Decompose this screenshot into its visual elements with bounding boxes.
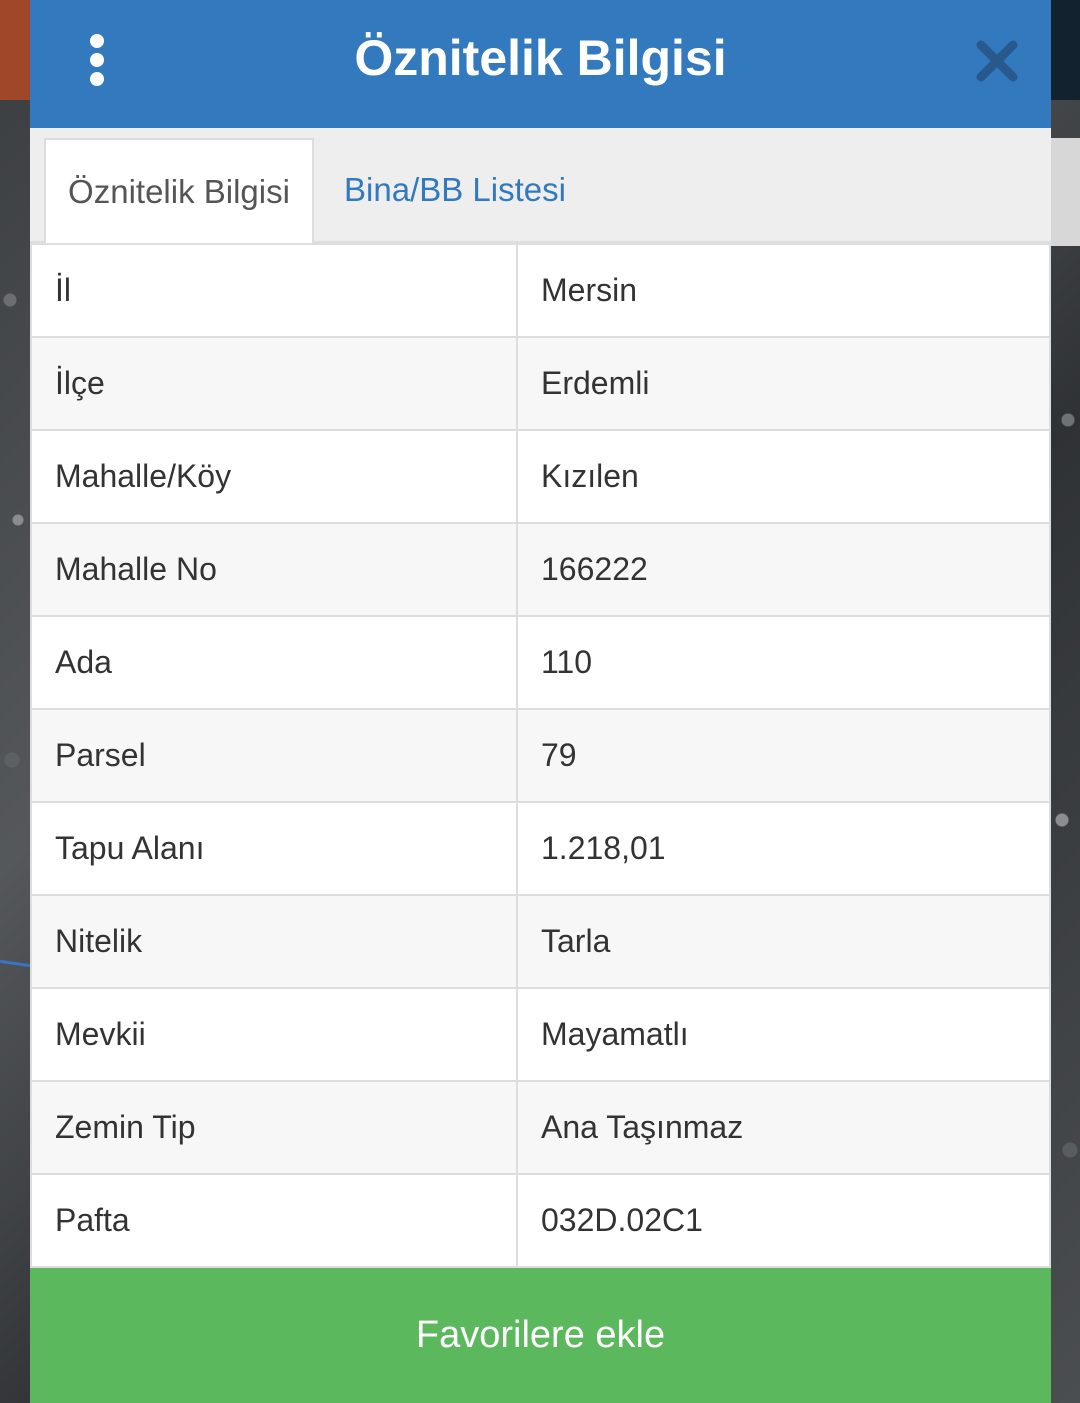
attribute-key: Ada [30, 615, 518, 710]
attribute-value: Mersin [516, 243, 1051, 338]
attribute-value: Tarla [516, 894, 1051, 989]
attribute-key: Tapu Alanı [30, 801, 518, 896]
dialog-header: Öznitelik Bilgisi [30, 0, 1051, 128]
attribute-value: 1.218,01 [516, 801, 1051, 896]
attribute-value: Kızılen [516, 429, 1051, 524]
attribute-dialog: Öznitelik Bilgisi Öznitelik Bilgisi Bina… [30, 0, 1051, 1403]
tab-building-list[interactable]: Bina/BB Listesi [320, 138, 590, 244]
attribute-key: Parsel [30, 708, 518, 803]
dialog-title: Öznitelik Bilgisi [354, 30, 727, 86]
table-row: Pafta 032D.02C1 [30, 1173, 1051, 1268]
table-row: Zemin Tip Ana Taşınmaz [30, 1080, 1051, 1175]
attribute-key: Nitelik [30, 894, 518, 989]
map-fragment [0, 0, 30, 100]
attribute-value: Ana Taşınmaz [516, 1080, 1051, 1175]
table-row: Tapu Alanı 1.218,01 [30, 801, 1051, 896]
tab-attribute-info[interactable]: Öznitelik Bilgisi [44, 138, 314, 244]
attribute-key: İlçe [30, 336, 518, 431]
attribute-value: 032D.02C1 [516, 1173, 1051, 1268]
attribute-table: İl Mersin İlçe Erdemli Mahalle/Köy Kızılen Mah… [30, 243, 1051, 1268]
attribute-value: 110 [516, 615, 1051, 710]
table-row: Nitelik Tarla [30, 894, 1051, 989]
attribute-key: İl [30, 243, 518, 338]
table-row: Mevkii Mayamatlı [30, 987, 1051, 1082]
table-row: Parsel 79 [30, 708, 1051, 803]
close-icon[interactable] [974, 38, 1020, 84]
table-row: Mahalle No 166222 [30, 522, 1051, 617]
attribute-key: Mahalle/Köy [30, 429, 518, 524]
attribute-key: Zemin Tip [30, 1080, 518, 1175]
table-row: İl Mersin [30, 243, 1051, 338]
table-row: Mahalle/Köy Kızılen [30, 429, 1051, 524]
attribute-key: Mevkii [30, 987, 518, 1082]
attribute-value: 166222 [516, 522, 1051, 617]
attribute-key: Mahalle No [30, 522, 518, 617]
attribute-value: Mayamatlı [516, 987, 1051, 1082]
attribute-value: Erdemli [516, 336, 1051, 431]
table-row: Ada 110 [30, 615, 1051, 710]
attribute-value: 79 [516, 708, 1051, 803]
map-fragment [1051, 0, 1080, 100]
attribute-key: Pafta [30, 1173, 518, 1268]
add-to-favorites-button[interactable]: Favorilere ekle [30, 1268, 1051, 1403]
map-fragment [1051, 138, 1080, 246]
table-row: İlçe Erdemli [30, 336, 1051, 431]
tab-bar: Öznitelik Bilgisi Bina/BB Listesi [30, 128, 1051, 244]
